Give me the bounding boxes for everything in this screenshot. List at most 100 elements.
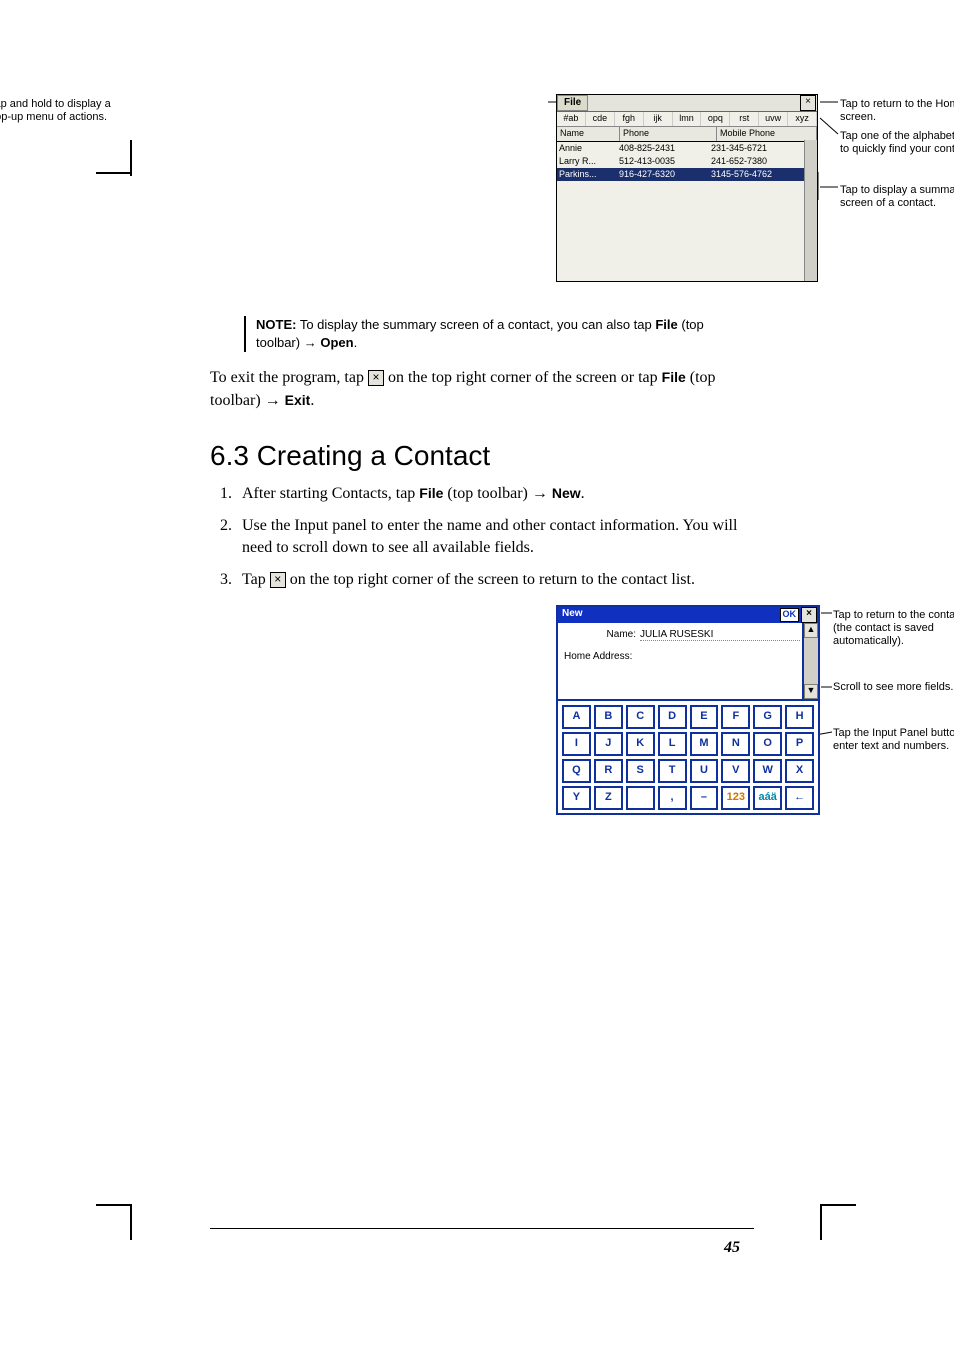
new-label: New — [552, 485, 581, 501]
callout-left: Tap and hold to display a pop-up menu of… — [0, 98, 129, 124]
key[interactable]: A — [562, 705, 591, 729]
section-heading: 6.3 Creating a Contact — [210, 440, 744, 472]
alpha-tab[interactable]: uvw — [759, 112, 788, 126]
page: Tap and hold to display a pop-up menu of… — [0, 0, 954, 1351]
key[interactable]: E — [690, 705, 719, 729]
footer-rule — [210, 1228, 754, 1229]
alphabet-tabs[interactable]: #ab cde fgh ijk lmn opq rst uvw xyz — [557, 112, 817, 127]
key[interactable]: P — [785, 732, 814, 756]
key[interactable]: U — [690, 759, 719, 783]
cell-mobile: 231-345-6721 — [711, 142, 817, 155]
alpha-tab[interactable]: fgh — [615, 112, 644, 126]
key[interactable]: H — [785, 705, 814, 729]
key-123[interactable]: 123 — [721, 786, 750, 810]
scrollbar[interactable]: ▲ ▼ — [802, 623, 818, 699]
key[interactable]: Y — [562, 786, 591, 810]
file-menu[interactable]: File — [557, 95, 588, 111]
key[interactable]: X — [785, 759, 814, 783]
pda-new-contact-window: New OK × Name: JULIA RUSESKI Home Addres… — [556, 605, 820, 815]
text: After starting Contacts, tap — [242, 485, 419, 502]
key[interactable]: W — [753, 759, 782, 783]
input-panel: A B C D E F G H I J K L M N O P Q — [558, 701, 818, 814]
contact-rows: Annie 408-825-2431 231-345-6721 Larry R.… — [557, 142, 817, 181]
name-field-row: Name: JULIA RUSESKI — [558, 623, 818, 641]
key-dash[interactable]: – — [690, 786, 719, 810]
address-label: Home Address: — [564, 651, 636, 662]
text: (top toolbar) — [443, 485, 531, 502]
contact-row[interactable]: Larry R... 512-413-0035 241-652-7380 — [557, 155, 817, 168]
key-backspace-icon[interactable]: ← — [785, 786, 814, 810]
arrow-icon: → — [265, 392, 281, 409]
cell-name: Parkins... — [557, 168, 619, 181]
key[interactable]: S — [626, 759, 655, 783]
contact-row-selected[interactable]: Parkins... 916-427-6320 3145-576-4762 — [557, 168, 817, 181]
arrow-icon: → — [304, 335, 317, 350]
alpha-tab[interactable]: xyz — [788, 112, 817, 126]
close-icon: × — [368, 370, 384, 386]
cell-mobile: 3145-576-4762 — [711, 168, 817, 181]
figure-new-contact: Tap to return to the contact list (the c… — [210, 601, 744, 821]
key[interactable]: L — [658, 732, 687, 756]
text: . — [581, 485, 585, 502]
header-mobile[interactable]: Mobile Phone — [717, 127, 817, 141]
key[interactable]: Z — [594, 786, 623, 810]
content-area: Tap and hold to display a pop-up menu of… — [210, 80, 744, 821]
scroll-up-icon[interactable]: ▲ — [804, 623, 818, 638]
alpha-tab[interactable]: opq — [701, 112, 730, 126]
key[interactable]: T — [658, 759, 687, 783]
key[interactable]: O — [753, 732, 782, 756]
key[interactable]: K — [626, 732, 655, 756]
page-number: 45 — [724, 1239, 740, 1257]
header-phone[interactable]: Phone — [620, 127, 717, 141]
titlebar: File × — [557, 95, 817, 112]
key-space[interactable] — [626, 786, 655, 810]
figure-contacts-list: Tap and hold to display a pop-up menu of… — [210, 80, 744, 290]
key-comma[interactable]: , — [658, 786, 687, 810]
crop-mark — [820, 1204, 822, 1240]
text: To exit the program, tap — [210, 369, 368, 386]
key[interactable]: J — [594, 732, 623, 756]
cell-phone: 916-427-6320 — [619, 168, 711, 181]
crop-mark — [96, 1204, 132, 1206]
scrollbar[interactable] — [804, 140, 817, 281]
arrow-icon: → — [532, 485, 548, 502]
cell-phone: 512-413-0035 — [619, 155, 711, 168]
close-button[interactable]: × — [801, 607, 817, 623]
form-area: Name: JULIA RUSESKI Home Address: ▲ ▼ — [558, 623, 818, 701]
scroll-down-icon[interactable]: ▼ — [804, 684, 818, 699]
key[interactable]: F — [721, 705, 750, 729]
alpha-tab[interactable]: lmn — [673, 112, 702, 126]
cell-phone: 408-825-2431 — [619, 142, 711, 155]
contact-row[interactable]: Annie 408-825-2431 231-345-6721 — [557, 142, 817, 155]
text: Use the Input panel to enter the name an… — [242, 517, 737, 556]
name-label: Name: — [564, 629, 640, 641]
cell-mobile: 241-652-7380 — [711, 155, 817, 168]
address-field-row: Home Address: — [558, 641, 818, 662]
name-input[interactable]: JULIA RUSESKI — [640, 629, 800, 641]
key[interactable]: B — [594, 705, 623, 729]
key[interactable]: N — [721, 732, 750, 756]
alpha-tab[interactable]: cde — [586, 112, 615, 126]
key[interactable]: I — [562, 732, 591, 756]
key[interactable]: M — [690, 732, 719, 756]
key[interactable]: D — [658, 705, 687, 729]
key[interactable]: R — [594, 759, 623, 783]
key[interactable]: Q — [562, 759, 591, 783]
ok-button[interactable]: OK — [780, 608, 800, 622]
note-period: . — [354, 335, 358, 350]
exit-label: Exit — [285, 392, 311, 408]
key[interactable]: C — [626, 705, 655, 729]
alpha-tab[interactable]: rst — [730, 112, 759, 126]
cell-name: Annie — [557, 142, 619, 155]
steps-list: After starting Contacts, tap File (top t… — [210, 482, 744, 591]
key[interactable]: V — [721, 759, 750, 783]
alpha-tab[interactable]: ijk — [644, 112, 673, 126]
key[interactable]: G — [753, 705, 782, 729]
header-name[interactable]: Name — [557, 127, 620, 141]
close-button[interactable]: × — [800, 95, 816, 111]
crop-mark — [96, 172, 132, 174]
alpha-tab[interactable]: #ab — [557, 112, 586, 126]
text: on the top right corner of the screen or… — [384, 369, 662, 386]
key-accents[interactable]: aáä — [753, 786, 782, 810]
text: . — [310, 392, 314, 409]
